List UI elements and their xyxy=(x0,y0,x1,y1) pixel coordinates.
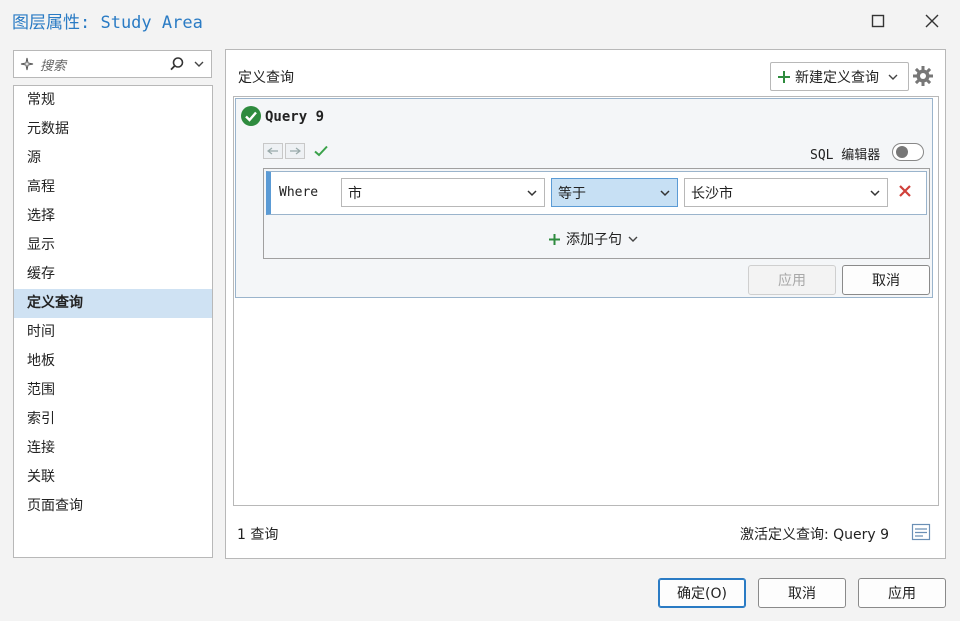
plus-icon xyxy=(778,70,790,83)
cancel-button[interactable]: 取消 xyxy=(758,578,846,608)
sidebar-item-range[interactable]: 范围 xyxy=(14,376,212,405)
sidebar-item-metadata[interactable]: 元数据 xyxy=(14,115,212,144)
sidebar-item-elevation[interactable]: 高程 xyxy=(14,173,212,202)
sidebar: 常规 元数据 源 高程 选择 显示 缓存 定义查询 时间 地板 范围 索引 连接… xyxy=(13,85,213,558)
verify-button[interactable] xyxy=(313,143,329,163)
apply-button[interactable]: 应用 xyxy=(858,578,946,608)
active-query-label: 激活定义查询: Query 9 xyxy=(740,527,890,543)
active-query-button[interactable] xyxy=(911,522,931,546)
chevron-down-icon xyxy=(870,189,880,196)
sidebar-item-general[interactable]: 常规 xyxy=(14,86,212,115)
value-select[interactable]: 长沙市 xyxy=(684,178,888,207)
operator-value: 等于 xyxy=(558,185,586,202)
chevron-down-icon xyxy=(527,189,537,196)
sidebar-item-definition-query[interactable]: 定义查询 xyxy=(14,289,212,318)
where-keyword: Where xyxy=(279,185,319,200)
sparkle-icon xyxy=(20,57,34,71)
sql-editor-toggle[interactable] xyxy=(892,143,924,161)
new-query-label: 新建定义查询 xyxy=(795,69,879,86)
delete-icon xyxy=(899,185,911,197)
gear-icon xyxy=(913,66,933,86)
plus-icon xyxy=(549,233,560,245)
delete-clause-button[interactable] xyxy=(898,184,912,202)
outdent-icon xyxy=(267,147,278,155)
value-value: 长沙市 xyxy=(691,185,733,202)
sidebar-item-floor[interactable]: 地板 xyxy=(14,347,212,376)
chevron-down-icon xyxy=(660,189,670,196)
query-count: 1 查询 xyxy=(237,527,279,543)
operator-select[interactable]: 等于 xyxy=(551,178,678,207)
field-select[interactable]: 市 xyxy=(341,178,545,207)
search-box[interactable]: 搜索 xyxy=(13,50,212,78)
check-circle-icon xyxy=(241,106,261,126)
chevron-down-icon[interactable] xyxy=(193,58,205,70)
sidebar-item-indexes[interactable]: 索引 xyxy=(14,405,212,434)
settings-button[interactable] xyxy=(912,65,934,91)
new-definition-query-button[interactable]: 新建定义查询 xyxy=(770,62,909,91)
add-clause-label: 添加子句 xyxy=(566,232,622,248)
add-clause-button[interactable]: 添加子句 xyxy=(548,229,639,249)
window-title: 图层属性: Study Area xyxy=(12,13,203,33)
sidebar-item-relates[interactable]: 关联 xyxy=(14,463,212,492)
query-valid-icon xyxy=(241,106,261,130)
maximize-button[interactable] xyxy=(860,6,896,36)
close-icon xyxy=(925,14,939,28)
chevron-down-icon xyxy=(628,236,638,242)
field-value: 市 xyxy=(348,185,362,202)
query-name: Query 9 xyxy=(265,109,325,125)
sidebar-item-page-query[interactable]: 页面查询 xyxy=(14,492,212,521)
sidebar-item-selection[interactable]: 选择 xyxy=(14,202,212,231)
sidebar-item-display[interactable]: 显示 xyxy=(14,231,212,260)
ok-button[interactable]: 确定(O) xyxy=(658,578,746,608)
check-icon xyxy=(314,145,328,157)
query-list-icon xyxy=(911,523,931,541)
sidebar-item-time[interactable]: 时间 xyxy=(14,318,212,347)
sidebar-item-cache[interactable]: 缓存 xyxy=(14,260,212,289)
search-icon[interactable] xyxy=(169,56,185,72)
search-input[interactable]: 搜索 xyxy=(34,55,169,74)
query-cancel-button[interactable]: 取消 xyxy=(842,265,930,295)
close-window-button[interactable] xyxy=(914,6,950,36)
query-apply-button[interactable]: 应用 xyxy=(748,265,836,295)
indent-icon xyxy=(290,147,301,155)
sidebar-item-joins[interactable]: 连接 xyxy=(14,434,212,463)
indent-button[interactable] xyxy=(285,143,305,159)
chevron-down-icon xyxy=(888,74,898,80)
outdent-button[interactable] xyxy=(263,143,283,159)
sidebar-item-source[interactable]: 源 xyxy=(14,144,212,173)
maximize-icon xyxy=(871,14,885,28)
page-title: 定义查询 xyxy=(238,70,294,86)
sql-editor-label: SQL 编辑器 xyxy=(810,148,881,163)
